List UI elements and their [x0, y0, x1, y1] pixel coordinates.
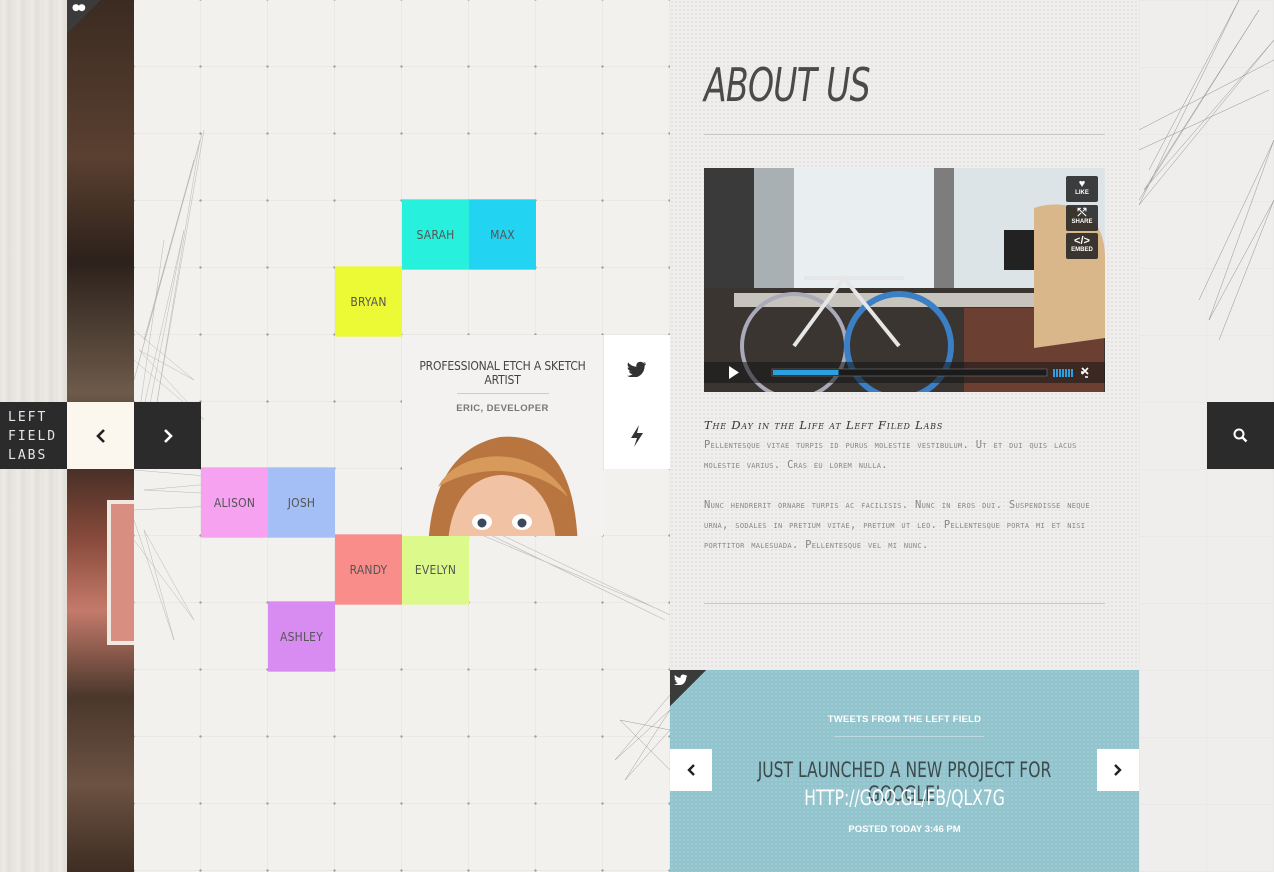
tweet-next-button[interactable]	[1097, 749, 1139, 791]
brand-line: LABS	[8, 448, 48, 463]
twitter-bird-icon	[674, 674, 688, 685]
tweet-link[interactable]: HTTP://GOO.GL/FB/QLX7G	[731, 786, 1078, 810]
video-like-button[interactable]: ♥ LIKE	[1066, 176, 1098, 202]
profile-role: ERIC, DEVELOPER	[456, 403, 549, 414]
post-paragraph-2: Nunc hendrerit ornare turpis ac facilisi…	[704, 499, 1090, 551]
profile-title: PROFESSIONAL ETCH A SKETCH ARTIST	[419, 359, 586, 387]
prev-button[interactable]	[67, 402, 134, 469]
team-name: MAX	[490, 227, 515, 242]
twitter-corner-tab	[670, 670, 706, 706]
post-title: The Day in the Life at Left Filed Labs	[704, 418, 944, 432]
team-name: JOSH	[287, 495, 316, 510]
flickr-icon: ●●	[72, 3, 86, 13]
twitter-button[interactable]	[603, 335, 670, 402]
team-tile-max[interactable]: MAX	[469, 199, 536, 270]
chevron-left-icon	[95, 428, 105, 443]
chevron-right-icon	[1114, 764, 1122, 776]
search-icon	[1233, 428, 1248, 443]
team-tile-alison[interactable]: ALISON	[201, 467, 268, 538]
twitter-bird-icon	[627, 361, 646, 377]
team-tile-josh[interactable]: JOSH	[268, 467, 335, 538]
tweets-divider	[834, 736, 984, 737]
video-embed-button[interactable]: </> EMBED	[1066, 233, 1098, 259]
search-button[interactable]	[1207, 402, 1274, 469]
lightning-icon	[631, 424, 643, 447]
embed-icon: </>	[1074, 235, 1090, 247]
lightning-button[interactable]	[603, 402, 670, 469]
tweet-prev-button[interactable]	[670, 749, 712, 791]
flickr-corner-tab[interactable]: ●●	[67, 0, 101, 34]
video-controls[interactable]	[704, 362, 1105, 383]
tweets-panel: TWEETS FROM THE LEFT FIELD JUST LAUNCHED…	[670, 670, 1139, 872]
brand-line: LEFT	[8, 410, 48, 425]
video-share-button[interactable]: ⤲ SHARE	[1066, 205, 1098, 231]
team-name: BRYAN	[350, 294, 387, 309]
profile-photo	[428, 436, 578, 536]
post-paragraph-1: Pellentesque vitae turpis id purus moles…	[704, 439, 1077, 471]
team-name: EVELYN	[414, 562, 457, 577]
brand-line: FIELD	[8, 429, 58, 444]
video-progress-fill	[773, 370, 839, 375]
team-name: ASHLEY	[280, 629, 323, 644]
profile-card[interactable]: PROFESSIONAL ETCH A SKETCH ARTIST ERIC, …	[402, 335, 603, 536]
brand-logo[interactable]: LEFT FIELD LABS	[0, 402, 67, 469]
team-name: RANDY	[349, 562, 388, 577]
tweet-timestamp: POSTED TODAY 3:46 PM	[848, 824, 961, 835]
tweets-label: TWEETS FROM THE LEFT FIELD	[827, 714, 982, 725]
volume-icon[interactable]	[1053, 369, 1073, 377]
video-player[interactable]	[704, 168, 1105, 392]
team-tile-sarah[interactable]: SARAH	[402, 199, 469, 270]
post-divider	[704, 603, 1105, 604]
profile-divider	[456, 393, 549, 394]
team-tile-evelyn[interactable]: EVELYN	[402, 534, 469, 605]
team-tile-randy[interactable]: RANDY	[335, 534, 402, 605]
title-divider	[704, 134, 1105, 135]
team-tile-ashley[interactable]: ASHLEY	[268, 601, 335, 672]
team-name: SARAH	[416, 227, 455, 242]
share-icon: ⤲	[1077, 207, 1087, 219]
team-tile-bryan[interactable]: BRYAN	[335, 266, 402, 337]
poster-frame	[107, 500, 134, 645]
team-name: ALISON	[213, 495, 256, 510]
like-label: LIKE	[1075, 190, 1089, 196]
chevron-left-icon	[687, 764, 695, 776]
embed-label: EMBED	[1071, 247, 1093, 253]
page-title: ABOUT US	[704, 58, 871, 112]
heart-icon: ♥	[1078, 178, 1086, 190]
chevron-right-icon	[163, 428, 173, 443]
video-thumbnail	[704, 168, 1105, 392]
next-button[interactable]	[134, 402, 201, 469]
